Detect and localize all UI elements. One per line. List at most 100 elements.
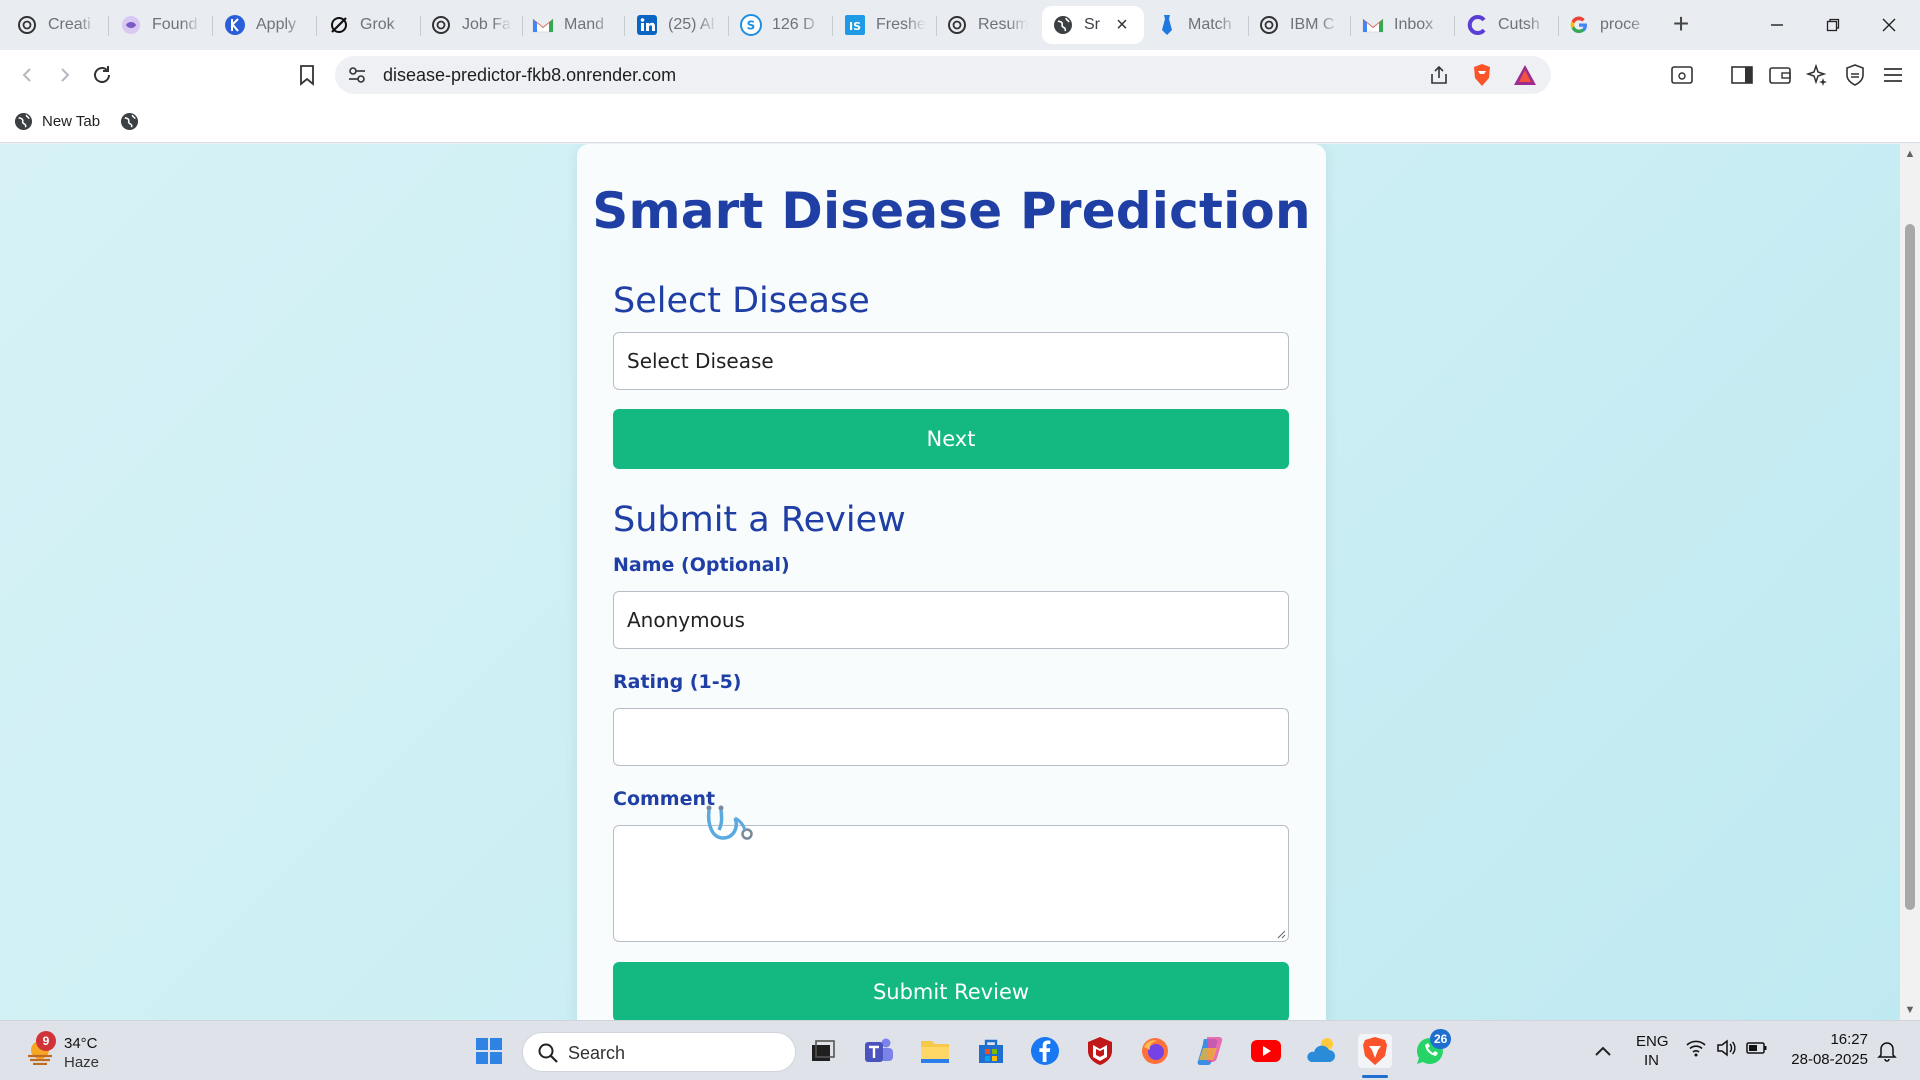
browser-tab[interactable]: Resum	[936, 6, 1038, 44]
facebook-icon	[1031, 1037, 1059, 1065]
sidebar-toggle-button[interactable]	[1726, 59, 1758, 91]
resize-grip-icon[interactable]	[1276, 929, 1286, 939]
scroll-down-arrow-icon[interactable]: ▼	[1904, 1004, 1916, 1016]
arrow-right-icon	[61, 68, 70, 82]
active-app-indicator	[1362, 1075, 1388, 1078]
close-window-button[interactable]	[1866, 8, 1912, 42]
browser-tab[interactable]: Cutsh	[1456, 6, 1558, 44]
browser-tab[interactable]: Found	[110, 6, 212, 44]
minimize-button[interactable]	[1754, 8, 1800, 42]
share-icon[interactable]	[1428, 64, 1450, 91]
mcafee-app[interactable]	[1083, 1034, 1117, 1068]
browser-tab[interactable]: Creati	[6, 6, 108, 44]
teams-app[interactable]	[862, 1034, 896, 1068]
browser-tab[interactable]: (25) Al	[626, 6, 728, 44]
bookmarks-bar: New Tab	[0, 100, 1920, 143]
browser-tab[interactable]: Job Fa	[420, 6, 522, 44]
volume-icon	[1717, 1039, 1736, 1057]
disease-select[interactable]: Select Disease	[613, 332, 1289, 390]
youtube-app[interactable]	[1249, 1034, 1283, 1068]
grok-icon	[328, 14, 350, 36]
brave-rewards-icon[interactable]	[1513, 64, 1537, 91]
reader-icon	[1671, 66, 1693, 84]
bookmark-globe[interactable]	[120, 108, 139, 134]
notifications-button[interactable]	[1870, 1034, 1904, 1068]
close-tab-icon[interactable]: ×	[1112, 15, 1132, 35]
openai-icon	[1258, 14, 1280, 36]
brave-shields-icon[interactable]	[1471, 63, 1493, 92]
back-button[interactable]	[12, 59, 44, 91]
scrollbar-thumb[interactable]	[1905, 224, 1915, 910]
tab-title: Mand	[564, 16, 605, 33]
globe-icon	[14, 112, 33, 130]
forward-button[interactable]	[48, 59, 80, 91]
copilot-icon	[1197, 1037, 1223, 1065]
prediction-card: Smart Disease Prediction Select Disease …	[577, 144, 1326, 1020]
browser-tab[interactable]: S 126 D	[730, 6, 832, 44]
bookmark-new-tab[interactable]: New Tab	[14, 108, 100, 134]
browser-tab[interactable]: Inbox	[1352, 6, 1454, 44]
tab-separator	[108, 16, 109, 36]
language-indicator[interactable]: ENG IN	[1628, 1031, 1676, 1071]
weather-widget[interactable]: 9 34°C Haze	[20, 1029, 140, 1073]
tab-separator	[832, 16, 833, 36]
bookmark-page-button[interactable]	[291, 59, 323, 91]
rating-input[interactable]	[613, 708, 1289, 766]
bookmark-label: New Tab	[42, 112, 101, 130]
tab-title: Resum	[978, 16, 1028, 33]
leo-ai-button[interactable]	[1801, 59, 1833, 91]
arrow-left-icon	[22, 68, 31, 82]
next-button[interactable]: Next	[613, 409, 1289, 469]
c-logo-icon	[1466, 14, 1488, 36]
name-input[interactable]: Anonymous	[613, 591, 1289, 649]
shield-icon	[1846, 64, 1864, 86]
review-heading: Submit a Review	[613, 500, 906, 540]
site-settings-icon[interactable]	[347, 65, 367, 90]
microsoft-store-app[interactable]	[974, 1034, 1008, 1068]
system-tray-icons[interactable]	[1686, 1039, 1768, 1057]
browser-tab[interactable]: Apply	[214, 6, 316, 44]
clock[interactable]: 16:27 28-08-2025	[1782, 1030, 1872, 1072]
start-button[interactable]	[472, 1034, 506, 1068]
browser-tab[interactable]: proce	[1558, 6, 1660, 44]
address-bar[interactable]: disease-predictor-fkb8.onrender.com	[335, 56, 1551, 94]
reload-button[interactable]	[86, 59, 118, 91]
submit-review-button[interactable]: Submit Review	[613, 962, 1289, 1020]
k-logo-icon	[224, 14, 246, 36]
main-menu-button[interactable]	[1877, 59, 1909, 91]
url-text[interactable]: disease-predictor-fkb8.onrender.com	[383, 65, 676, 86]
restore-button[interactable]	[1810, 8, 1856, 42]
scroll-up-arrow-icon[interactable]: ▲	[1904, 148, 1916, 160]
firefox-icon	[1142, 1038, 1168, 1064]
tab-separator	[728, 16, 729, 36]
file-explorer-app[interactable]	[918, 1034, 952, 1068]
browser-tab[interactable]: Mand	[522, 6, 624, 44]
firefox-app[interactable]	[1138, 1034, 1172, 1068]
browser-tab[interactable]: IS Freshe	[834, 6, 936, 44]
reader-mode-button[interactable]	[1666, 59, 1698, 91]
brave-app[interactable]	[1358, 1034, 1392, 1068]
copilot-app[interactable]	[1193, 1034, 1227, 1068]
mcafee-shield-icon	[1088, 1037, 1112, 1065]
hamburger-icon	[1884, 68, 1902, 82]
new-tab-button[interactable]: +	[1666, 10, 1696, 40]
weather-app[interactable]	[1304, 1034, 1338, 1068]
vpn-button[interactable]	[1839, 59, 1871, 91]
browser-tab[interactable]: Grok	[318, 6, 420, 44]
wifi-icon	[1686, 1040, 1706, 1057]
browser-tab[interactable]: Match	[1146, 6, 1248, 44]
task-view-button[interactable]	[806, 1034, 840, 1068]
windows-taskbar: 9 34°C Haze Search 26 ENG IN 16:27 28-08…	[0, 1020, 1920, 1080]
show-hidden-icons-button[interactable]	[1586, 1034, 1620, 1068]
reload-icon	[94, 66, 110, 83]
wallet-icon	[1769, 67, 1791, 84]
vertical-scrollbar[interactable]: ▲ ▼	[1900, 144, 1920, 1020]
wallet-button[interactable]	[1764, 59, 1796, 91]
tab-separator	[1454, 16, 1455, 36]
facebook-app[interactable]	[1028, 1034, 1062, 1068]
browser-tab[interactable]: Sr ×	[1042, 6, 1144, 44]
browser-tab[interactable]: IBM C	[1248, 6, 1350, 44]
search-placeholder: Search	[568, 1043, 626, 1063]
taskbar-search[interactable]: Search	[522, 1032, 796, 1072]
sparkle-icon	[1806, 64, 1827, 86]
